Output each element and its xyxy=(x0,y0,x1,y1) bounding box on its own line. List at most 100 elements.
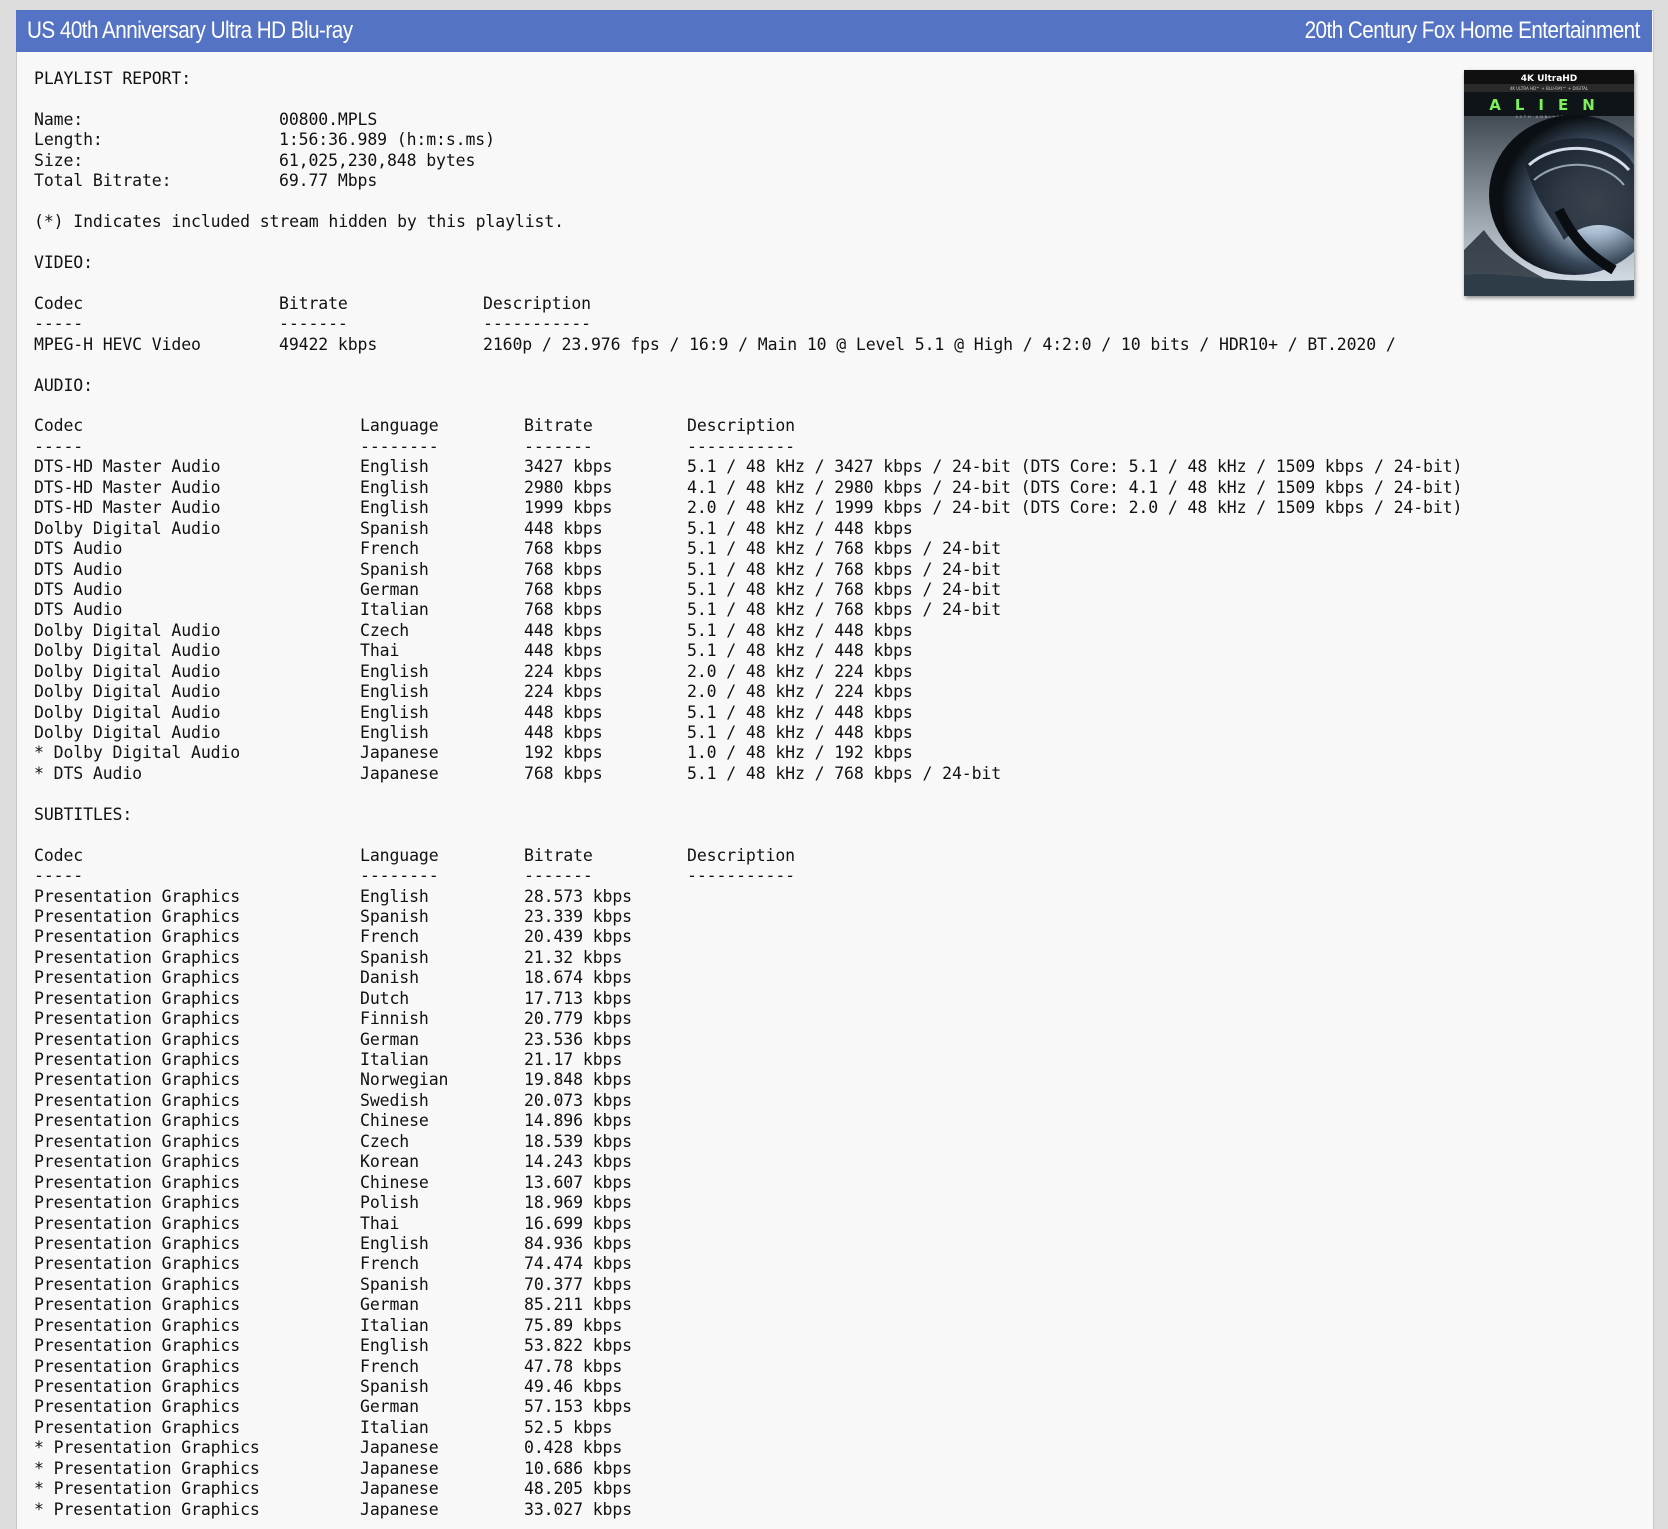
stream-language: Dutch xyxy=(360,988,410,1008)
stream-codec: Dolby Digital Audio xyxy=(34,682,221,702)
stream-description: 5.1 / 48 kHz / 768 kbps / 24-bit xyxy=(687,539,1002,559)
stream-language: Polish xyxy=(360,1193,419,1213)
stream-bitrate: 224 kbps xyxy=(524,682,603,702)
stream-language: German xyxy=(360,1295,419,1315)
stream-codec: Presentation Graphics xyxy=(34,1152,241,1172)
info-value: 61,025,230,848 bytes xyxy=(279,150,476,170)
stream-language: Spanish xyxy=(360,947,429,967)
stream-codec: Presentation Graphics xyxy=(34,1356,241,1376)
stream-bitrate: 21.32 kbps xyxy=(524,947,623,967)
column-header-codec: Codec xyxy=(34,293,84,313)
stream-bitrate: 75.89 kbps xyxy=(524,1315,623,1335)
stream-language: Spanish xyxy=(360,1274,429,1294)
stream-description: 2.0 / 48 kHz / 224 kbps xyxy=(687,682,913,702)
stream-language: English xyxy=(360,682,429,702)
stream-language: French xyxy=(360,1254,419,1274)
stream-codec: * Presentation Graphics xyxy=(34,1438,260,1458)
stream-codec: Presentation Graphics xyxy=(34,1397,241,1417)
stream-language: Italian xyxy=(360,1417,429,1437)
stream-codec: DTS-HD Master Audio xyxy=(34,477,221,497)
stream-bitrate: 19.848 kbps xyxy=(524,1070,632,1090)
info-value: 1:56:36.989 (h:m:s.ms) xyxy=(279,130,495,150)
stream-bitrate: 448 kbps xyxy=(524,702,603,722)
stream-codec: DTS Audio xyxy=(34,539,123,559)
stream-bitrate: 74.474 kbps xyxy=(524,1254,632,1274)
stream-codec: * Presentation Graphics xyxy=(34,1458,260,1478)
stream-codec: DTS Audio xyxy=(34,579,123,599)
info-label: Total Bitrate: xyxy=(34,171,172,191)
dash-separator: ----- xyxy=(34,314,84,334)
stream-codec: Presentation Graphics xyxy=(34,1111,241,1131)
stream-language: Swedish xyxy=(360,1090,429,1110)
stream-language: Spanish xyxy=(360,559,429,579)
stream-codec: Dolby Digital Audio xyxy=(34,661,221,681)
info-label: Size: xyxy=(34,150,84,170)
column-header-codec: Codec xyxy=(34,416,84,436)
stream-bitrate: 768 kbps xyxy=(524,579,603,599)
column-header-description: Description xyxy=(687,845,795,865)
stream-bitrate: 448 kbps xyxy=(524,723,603,742)
stream-bitrate: 10.686 kbps xyxy=(524,1458,632,1478)
cover-art[interactable]: 4K UltraHD 4K ULTRA HD™ + BLU-RAY™ + DIG… xyxy=(1464,70,1634,296)
stream-codec: Dolby Digital Audio xyxy=(34,702,221,722)
stream-codec: * Presentation Graphics xyxy=(34,1479,260,1499)
stream-bitrate: 14.896 kbps xyxy=(524,1111,632,1131)
stream-description: 2.0 / 48 kHz / 224 kbps xyxy=(687,661,913,681)
stream-bitrate: 23.536 kbps xyxy=(524,1029,632,1049)
stream-language: Japanese xyxy=(360,1479,439,1499)
stream-bitrate: 18.539 kbps xyxy=(524,1131,632,1151)
info-label: Name: xyxy=(34,109,84,129)
stream-codec: * DTS Audio xyxy=(34,763,142,783)
stream-codec: Presentation Graphics xyxy=(34,1070,241,1090)
stream-codec: Presentation Graphics xyxy=(34,1254,241,1274)
stream-language: Czech xyxy=(360,620,410,640)
stream-bitrate: 768 kbps xyxy=(524,600,603,620)
stream-language: Danish xyxy=(360,968,419,988)
stream-language: English xyxy=(360,702,429,722)
stream-language: Japanese xyxy=(360,1438,439,1458)
dash-separator: -------- xyxy=(360,436,439,456)
stream-description: 5.1 / 48 kHz / 448 kbps xyxy=(687,518,913,538)
stream-language: Spanish xyxy=(360,906,429,926)
stream-bitrate: 448 kbps xyxy=(524,518,603,538)
stream-bitrate: 448 kbps xyxy=(524,641,603,661)
stream-codec: Presentation Graphics xyxy=(34,1315,241,1335)
stream-bitrate: 20.439 kbps xyxy=(524,927,632,947)
stream-bitrate: 21.17 kbps xyxy=(524,1050,623,1069)
stream-language: French xyxy=(360,1356,419,1376)
stream-codec: DTS-HD Master Audio xyxy=(34,457,221,477)
stream-bitrate: 49.46 kbps xyxy=(524,1377,623,1396)
stream-bitrate: 16.699 kbps xyxy=(524,1213,632,1233)
cover-sub-banner: 4K ULTRA HD™ + BLU-RAY™ + DIGITAL xyxy=(1510,86,1589,91)
stream-codec: * Presentation Graphics xyxy=(34,1499,260,1519)
stream-codec: Presentation Graphics xyxy=(34,1131,241,1151)
stream-language: Thai xyxy=(360,641,400,661)
section-heading: VIDEO: xyxy=(34,252,93,272)
dash-separator: ----------- xyxy=(687,866,795,886)
stream-language: Norwegian xyxy=(360,1070,449,1090)
title-bar: US 40th Anniversary Ultra HD Blu-ray 20t… xyxy=(16,10,1652,52)
stream-bitrate: 13.607 kbps xyxy=(524,1172,632,1192)
stream-bitrate: 14.243 kbps xyxy=(524,1152,632,1172)
stream-language: French xyxy=(360,539,419,559)
stream-language: English xyxy=(360,457,429,477)
stream-description: 5.1 / 48 kHz / 448 kbps xyxy=(687,702,913,722)
stream-bitrate: 33.027 kbps xyxy=(524,1499,632,1519)
stream-bitrate: 84.936 kbps xyxy=(524,1233,632,1253)
stream-codec: Presentation Graphics xyxy=(34,906,241,926)
stream-bitrate: 48.205 kbps xyxy=(524,1479,632,1499)
stream-bitrate: 53.822 kbps xyxy=(524,1336,632,1356)
stream-codec: Presentation Graphics xyxy=(34,1274,241,1294)
info-label: Length: xyxy=(34,130,103,150)
stream-bitrate: 0.428 kbps xyxy=(524,1438,623,1458)
stream-language: Italian xyxy=(360,600,429,620)
stream-codec: Presentation Graphics xyxy=(34,968,241,988)
stream-description: 5.1 / 48 kHz / 448 kbps xyxy=(687,723,913,742)
note-text: (*) Indicates included stream hidden by … xyxy=(34,212,564,232)
stream-bitrate: 20.779 kbps xyxy=(524,1009,632,1029)
column-header-language: Language xyxy=(360,416,439,436)
stream-codec: Presentation Graphics xyxy=(34,1213,241,1233)
stream-language: Italian xyxy=(360,1315,429,1335)
stream-codec: MPEG-H HEVC Video xyxy=(34,334,201,354)
dash-separator: ------- xyxy=(279,314,348,334)
